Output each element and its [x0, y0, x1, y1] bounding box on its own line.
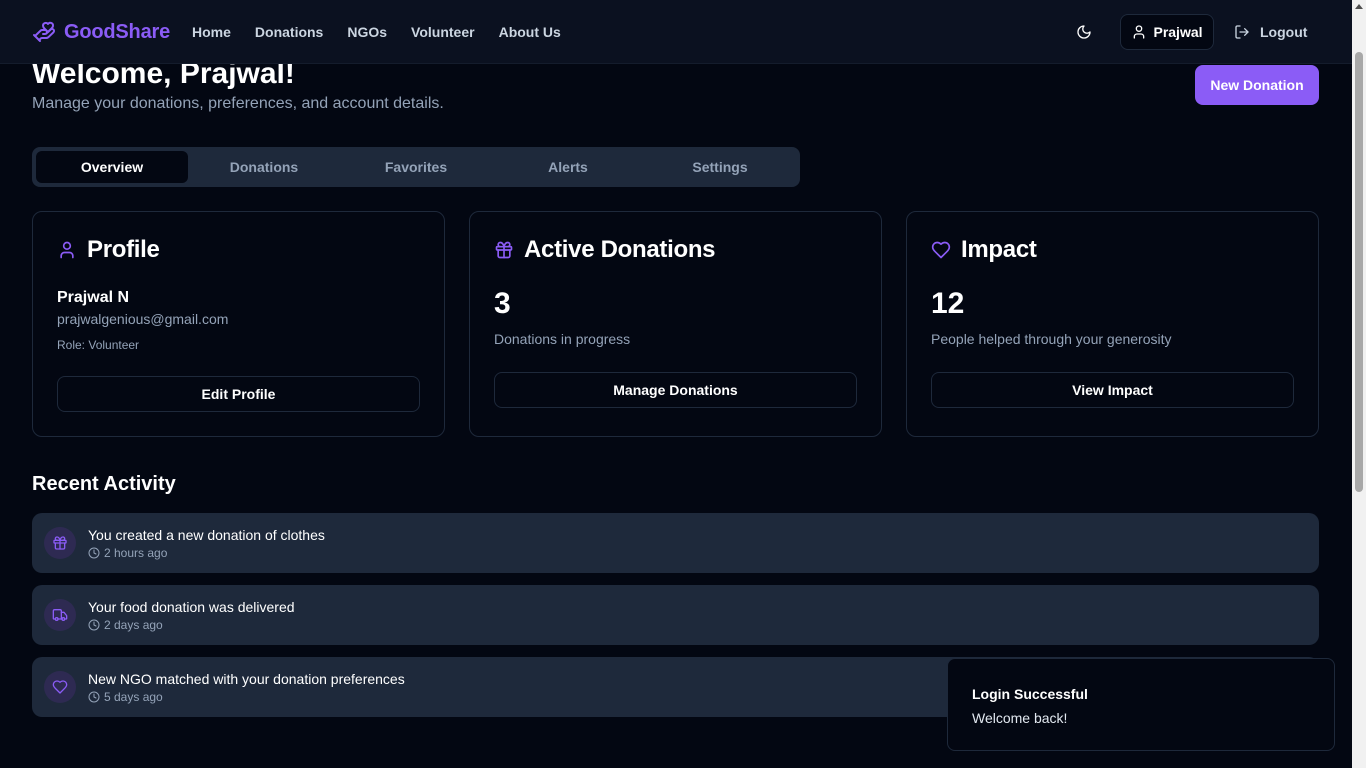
clock-icon — [88, 547, 100, 559]
active-donations-card: Active Donations 3 Donations in progress… — [469, 211, 882, 437]
impact-card-title: Impact — [961, 236, 1037, 263]
activity-time-label: 2 hours ago — [104, 546, 168, 560]
edit-profile-button[interactable]: Edit Profile — [57, 376, 420, 412]
nav-link-about-us[interactable]: About Us — [499, 22, 561, 42]
main-nav: Home Donations NGOs Volunteer About Us — [192, 22, 561, 42]
user-icon — [1131, 24, 1147, 40]
recent-activity-title: Recent Activity — [32, 473, 176, 495]
brand-logo[interactable]: GoodShare — [32, 18, 170, 46]
impact-count: 12 — [931, 287, 965, 320]
tab-settings[interactable]: Settings — [644, 151, 796, 183]
tab-favorites[interactable]: Favorites — [340, 151, 492, 183]
activity-text: New NGO matched with your donation prefe… — [88, 671, 405, 687]
scrollbar-thumb[interactable] — [1355, 52, 1363, 492]
impact-card-header: Impact — [931, 236, 1037, 264]
activity-text: Your food donation was delivered — [88, 599, 295, 615]
active-donations-card-header: Active Donations — [494, 236, 716, 264]
activity-time: 2 hours ago — [88, 546, 167, 560]
tab-donations[interactable]: Donations — [188, 151, 340, 183]
active-donations-card-title: Active Donations — [524, 236, 716, 263]
login-success-toast[interactable]: Login Successful Welcome back! — [947, 658, 1335, 751]
impact-card: Impact 12 People helped through your gen… — [906, 211, 1319, 437]
brand-name: GoodShare — [64, 20, 170, 43]
profile-email: prajwalgenious@gmail.com — [57, 311, 229, 327]
user-icon — [57, 240, 77, 260]
new-donation-button[interactable]: New Donation — [1195, 65, 1319, 105]
activity-item[interactable]: Your food donation was delivered 2 days … — [32, 585, 1319, 645]
page-scrollbar[interactable] — [1352, 0, 1366, 768]
logout-icon — [1234, 24, 1250, 40]
activity-item[interactable]: You created a new donation of clothes 2 … — [32, 513, 1319, 573]
toast-message: Welcome back! — [972, 710, 1068, 726]
active-donations-note: Donations in progress — [494, 331, 631, 347]
heart-icon — [931, 240, 951, 260]
tab-alerts[interactable]: Alerts — [492, 151, 644, 183]
profile-role: Role: Volunteer — [57, 338, 140, 352]
impact-note: People helped through your generosity — [931, 331, 1172, 347]
scroll-up-arrow-icon[interactable] — [1355, 4, 1363, 9]
profile-card-header: Profile — [57, 236, 160, 264]
manage-donations-button[interactable]: Manage Donations — [494, 372, 857, 408]
logout-label: Logout — [1260, 24, 1308, 40]
activity-text: You created a new donation of clothes — [88, 527, 325, 543]
gift-icon — [44, 527, 76, 559]
nav-link-donations[interactable]: Donations — [255, 22, 323, 42]
active-donations-count: 3 — [494, 287, 511, 320]
logout-button[interactable]: Logout — [1234, 22, 1307, 42]
nav-link-home[interactable]: Home — [192, 22, 231, 42]
clock-icon — [88, 691, 100, 703]
moon-icon — [1076, 24, 1092, 40]
truck-icon — [44, 599, 76, 631]
view-impact-button[interactable]: View Impact — [931, 372, 1294, 408]
tab-overview[interactable]: Overview — [36, 151, 188, 183]
user-name-label: Prajwal — [1153, 24, 1203, 40]
activity-time: 5 days ago — [88, 690, 163, 704]
activity-time: 2 days ago — [88, 618, 163, 632]
profile-card: Profile Prajwal N prajwalgenious@gmail.c… — [32, 211, 445, 437]
toast-title: Login Successful — [972, 686, 1088, 702]
nav-link-ngos[interactable]: NGOs — [347, 22, 387, 42]
clock-icon — [88, 619, 100, 631]
dashboard-tabs: Overview Donations Favorites Alerts Sett… — [32, 147, 800, 187]
activity-time-label: 5 days ago — [104, 690, 163, 704]
hand-heart-icon — [32, 20, 56, 44]
nav-link-volunteer[interactable]: Volunteer — [411, 22, 475, 42]
activity-time-label: 2 days ago — [104, 618, 163, 632]
theme-toggle-button[interactable] — [1072, 20, 1096, 44]
top-navbar: GoodShare Home Donations NGOs Volunteer … — [0, 0, 1352, 64]
user-menu-button[interactable]: Prajwal — [1120, 14, 1214, 50]
profile-name: Prajwal N — [57, 289, 130, 306]
profile-card-title: Profile — [87, 236, 160, 263]
page-subtitle: Manage your donations, preferences, and … — [32, 95, 444, 112]
heart-icon — [44, 671, 76, 703]
gift-icon — [494, 240, 514, 260]
